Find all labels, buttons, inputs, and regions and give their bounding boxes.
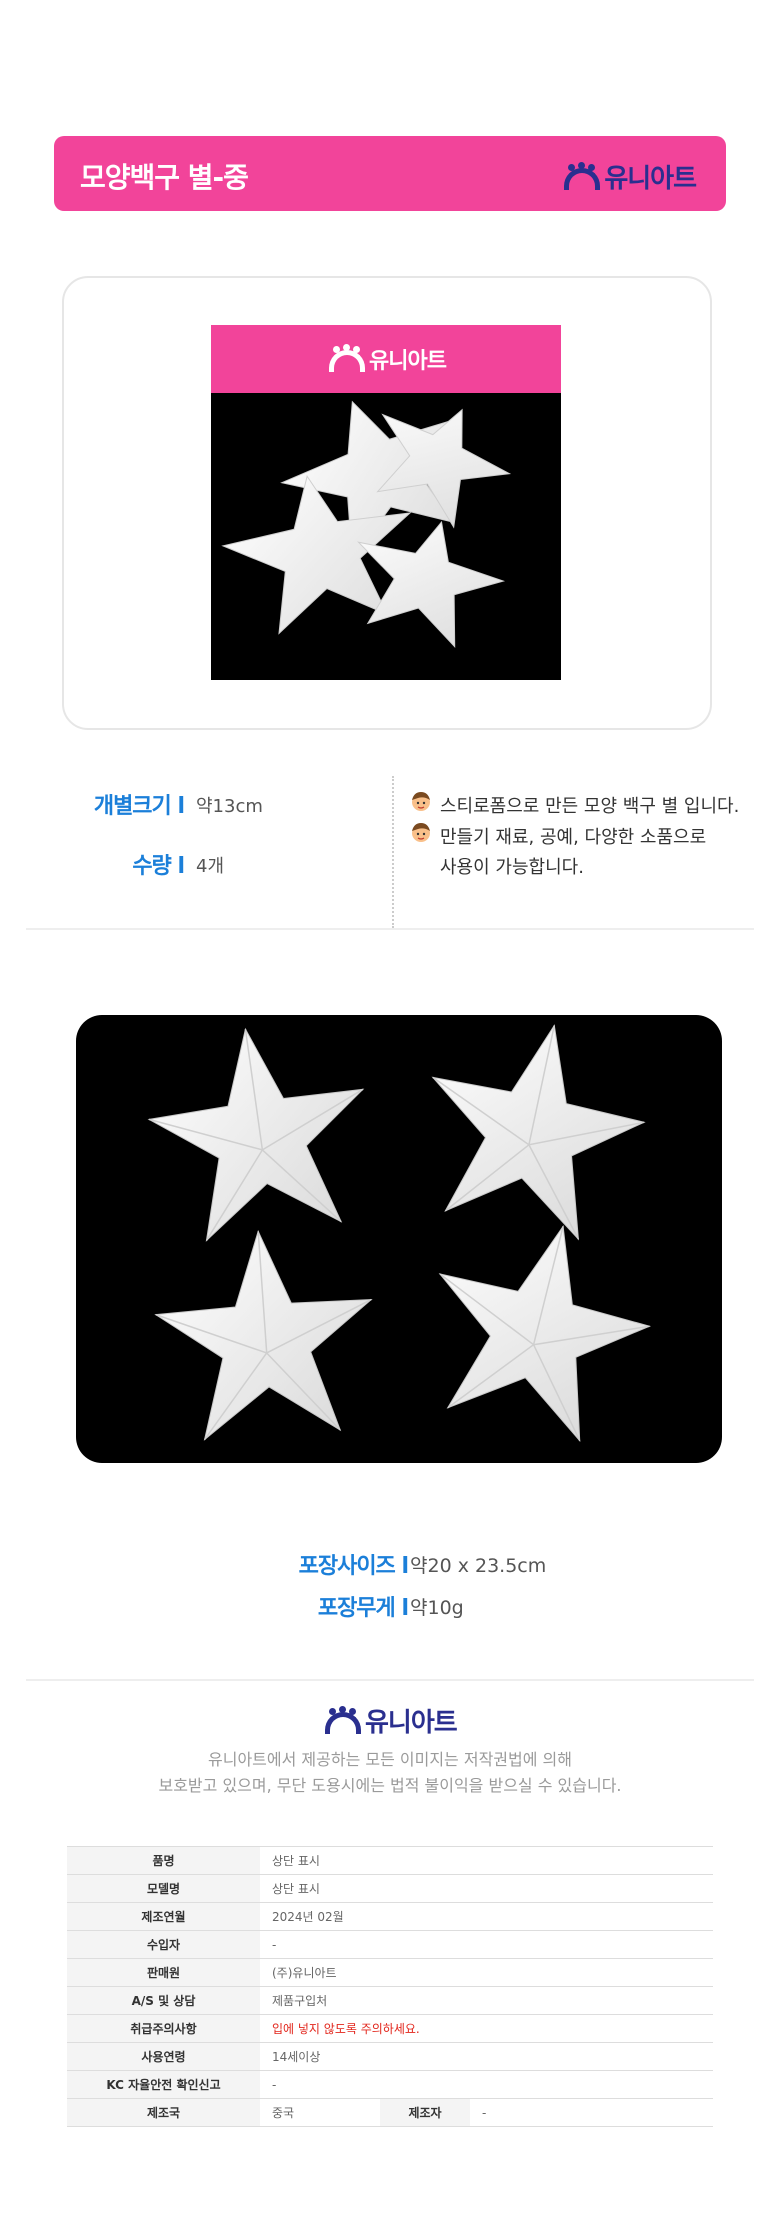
description-line-2: 만들기 재료, 공예, 다양한 소품으로 xyxy=(440,827,707,848)
copyright-line-2: 보호받고 있으며, 무단 도용시에는 법적 불이익을 받으실 수 있습니다. xyxy=(158,1776,622,1795)
footer-brand-logo: 유니아트 xyxy=(325,1702,458,1739)
info-key: 판매원 xyxy=(67,1958,260,1987)
star-foam-shape xyxy=(221,400,512,648)
info-value-warning: 입에 넣지 않도록 주의하세요. xyxy=(260,2014,713,2043)
info-value: (주)유니아트 xyxy=(260,1958,713,1987)
info-key: 품명 xyxy=(67,1846,260,1875)
quantity-label: 수량 l xyxy=(132,854,185,879)
size-label: 개별크기 l xyxy=(93,794,185,819)
brand-name: 유니아트 xyxy=(604,164,697,194)
description-line-3: 사용이 가능합니다. xyxy=(440,857,584,878)
uniart-logo-icon xyxy=(564,161,601,190)
description-line-1: 스티로폼으로 만든 모양 백구 별 입니다. xyxy=(440,796,740,817)
section-divider xyxy=(26,928,754,930)
table-row: 제조연월 2024년 02월 xyxy=(67,1902,713,1931)
info-value: - xyxy=(260,1930,713,1959)
info-key: 제조국 xyxy=(67,2098,260,2127)
info-value: - xyxy=(260,2070,713,2099)
info-value: 상단 표시 xyxy=(260,1846,713,1875)
table-row: 품명 상단 표시 xyxy=(67,1846,713,1875)
table-row: 취급주의사항 입에 넣지 않도록 주의하세요. xyxy=(67,2014,713,2043)
info-value: 중국 xyxy=(260,2098,380,2127)
spec-divider xyxy=(392,776,394,928)
table-row: KC 자율안전 확인신고 - xyxy=(67,2070,713,2099)
uniart-logo-icon xyxy=(325,1705,361,1734)
info-key: 모델명 xyxy=(67,1874,260,1903)
footer-brand-name: 유니아트 xyxy=(365,1708,458,1738)
info-value: 상단 표시 xyxy=(260,1874,713,1903)
info-value: - xyxy=(470,2098,713,2127)
kid-face-icon xyxy=(412,823,430,842)
info-key: 사용연령 xyxy=(67,2042,260,2071)
stars-detail-photo xyxy=(76,1015,722,1463)
info-key: 제조자 xyxy=(380,2098,470,2127)
size-value: 약13cm xyxy=(196,796,263,817)
package-weight-label: 포장무게 l xyxy=(317,1596,409,1621)
kid-face-icon xyxy=(412,792,430,811)
info-value: 14세이상 xyxy=(260,2042,713,2071)
info-value: 제품구입처 xyxy=(260,1986,713,2015)
brand-logo: 유니아트 xyxy=(564,158,697,195)
table-row: 판매원 (주)유니아트 xyxy=(67,1958,713,1987)
copyright-line-1: 유니아트에서 제공하는 모든 이미지는 저작권법에 의해 xyxy=(208,1750,572,1769)
section-divider xyxy=(26,1679,754,1681)
info-key: 수입자 xyxy=(67,1930,260,1959)
product-info-table: 품명 상단 표시 모델명 상단 표시 제조연월 2024년 02월 수입자 - … xyxy=(67,1846,713,2127)
table-row: 수입자 - xyxy=(67,1930,713,1959)
page-title: 모양백구 별-중 xyxy=(80,161,249,194)
info-key: 제조연월 xyxy=(67,1902,260,1931)
info-key: A/S 및 상담 xyxy=(67,1986,260,2015)
star-foam-shapes xyxy=(147,1024,652,1443)
package-size-label: 포장사이즈 l xyxy=(298,1554,409,1579)
info-value: 2024년 02월 xyxy=(260,1902,713,1931)
table-row: 사용연령 14세이상 xyxy=(67,2042,713,2071)
info-key: 취급주의사항 xyxy=(67,2014,260,2043)
table-row: A/S 및 상담 제품구입처 xyxy=(67,1986,713,2015)
info-key: KC 자율안전 확인신고 xyxy=(67,2070,260,2099)
product-package-image: 유니아트 xyxy=(211,325,561,680)
package-size-value: 약20 x 23.5cm xyxy=(410,1555,547,1577)
quantity-value: 4개 xyxy=(196,856,225,877)
table-row: 제조국 중국 제조자 - xyxy=(67,2098,713,2127)
package-weight-value: 약10g xyxy=(410,1597,464,1619)
table-row: 모델명 상단 표시 xyxy=(67,1874,713,1903)
product-title-bar: 모양백구 별-중 유니아트 xyxy=(54,136,726,211)
